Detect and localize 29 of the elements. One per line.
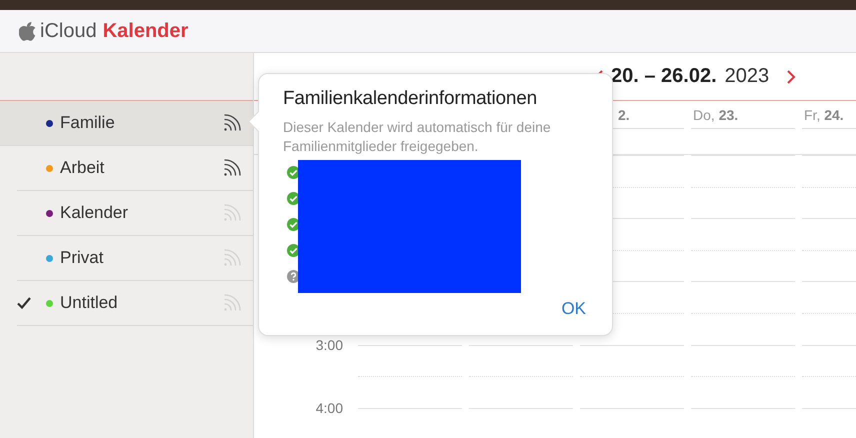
next-week-icon[interactable] [787,70,796,84]
time-label: 4:00 [316,400,343,416]
feed-icon [223,249,243,267]
calendar-item[interactable]: Kalender [17,191,253,236]
app-title: Kalender [102,20,188,42]
calendar-name: Arbeit [60,158,106,178]
calendar-item[interactable]: Privat [17,236,253,281]
calendar-item[interactable]: Untitled [17,281,253,326]
week-range: 20. – 26.02. [611,65,717,88]
day-header: Do, 23. [693,106,738,122]
feed-icon [223,294,243,312]
feed-icon [223,204,243,222]
brand-name: iCloud [40,20,97,42]
year-label: 2023 [724,65,770,88]
day-header: Fr, 24. [804,106,844,122]
calendar-name: Kalender [60,203,130,223]
calendar-name: Familie [60,113,116,133]
calendar-name: Untitled [60,293,119,313]
popover-title: Familienkalenderinformationen [283,88,538,110]
ok-button[interactable]: OK [559,297,588,321]
day-header: 2. [618,106,630,122]
apple-logo-icon [19,22,36,40]
time-label: 3:00 [316,336,343,353]
feed-icon [223,114,243,132]
calendar-name: Privat [60,248,104,268]
popover-description: Dieser Kalender wird automatisch für deine Familienmitglieder freigegeben. [283,118,552,156]
feed-icon [223,159,243,177]
calendar-item[interactable]: Arbeit [17,146,253,191]
calendar-item[interactable]: Familie [0,101,253,146]
